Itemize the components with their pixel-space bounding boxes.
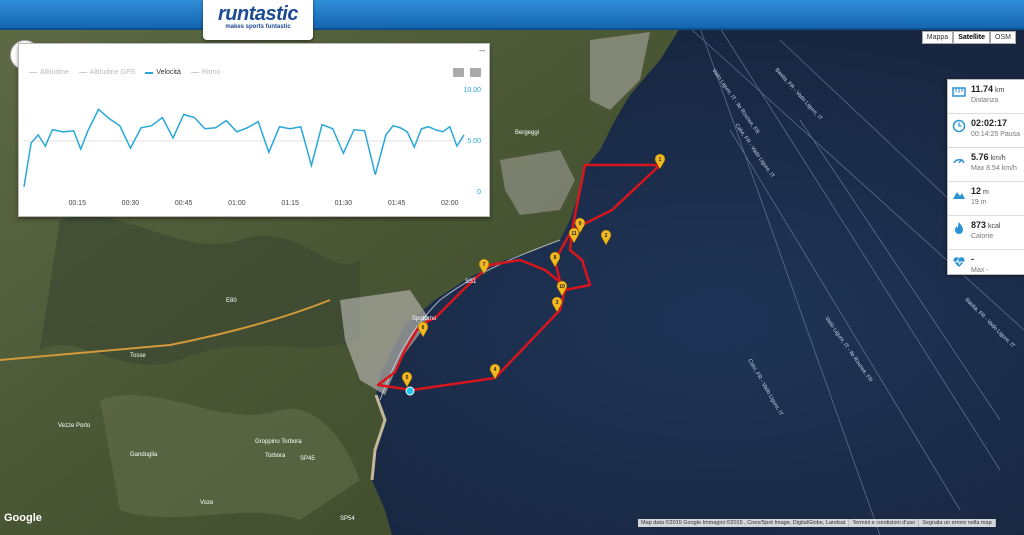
legend-velocita[interactable]: Velocità: [145, 69, 181, 76]
marker-label: 4: [494, 367, 497, 373]
place-label: SS1: [465, 279, 477, 285]
legend-label: Ritmo: [201, 69, 221, 76]
brand-name: runtastic: [218, 3, 298, 25]
report-error-link[interactable]: Segnala un errore nella map: [919, 519, 996, 527]
x-tick-label: 00:45: [175, 200, 193, 207]
marker-label: 10: [559, 284, 565, 290]
stats-panel: 11.74 km Distanza 02:02:17 00:14:25 Pausa…: [947, 79, 1024, 275]
stat-speed: 5.76 km/h Max 8.54 km/h: [948, 148, 1024, 182]
stat-calories: 873 kcal Calorie: [948, 216, 1024, 250]
stat-duration: 02:02:17 00:14:25 Pausa: [948, 114, 1024, 148]
x-tick-label: 01:15: [281, 200, 299, 207]
map-type-selector: Mappa Satellite OSM: [921, 31, 1016, 44]
runtastic-logo[interactable]: runtastic makes sports funtastic: [203, 0, 313, 40]
stat-value: 12 m: [971, 186, 989, 196]
stat-label: 00:14:25 Pausa: [971, 131, 1021, 138]
x-tick-label: 01:00: [228, 200, 246, 207]
stat-distance: 11.74 km Distanza: [948, 80, 1024, 114]
series-velocita-line: [23, 108, 465, 188]
stat-elevation: 12 m 19 m: [948, 182, 1024, 216]
place-label: Voze: [200, 500, 214, 506]
legend-ritmo[interactable]: Ritmo: [190, 69, 221, 76]
place-label: Vezze Porto: [58, 423, 91, 429]
download-icon[interactable]: [470, 68, 481, 77]
terms-link[interactable]: Termini e condizioni d'uso: [849, 519, 920, 527]
place-label: Spotorno: [412, 316, 437, 322]
x-tick-label: 01:30: [335, 200, 353, 207]
y-tick-label: 0: [477, 189, 481, 196]
place-label: Tosse: [130, 353, 146, 359]
marker-label: 11: [571, 231, 577, 237]
place-label: Torbora: [265, 453, 286, 459]
print-icon[interactable]: [453, 68, 464, 77]
x-tick-label: 01:45: [388, 200, 406, 207]
legend-altitudine[interactable]: Altitudine: [29, 69, 69, 76]
place-label: Ganduglia: [130, 452, 158, 458]
stat-label: 19 m: [971, 199, 987, 206]
calorie-icon: [955, 222, 963, 234]
place-label: E80: [226, 298, 237, 304]
map-footer: Map data ©2015 Google Immagini ©2015 , C…: [638, 519, 996, 527]
x-tick-label: 00:30: [122, 200, 140, 207]
legend-label: Altitudine GPS: [89, 69, 136, 76]
speed-chart: 10.00 5.00 0 00:15 00:30 00:45 01:00 01:15 01:30…: [23, 87, 481, 207]
y-tick-label: 10.00: [463, 87, 481, 94]
stat-value: 02:02:17: [971, 118, 1008, 128]
map-type-mappa[interactable]: Mappa: [921, 31, 954, 44]
legend-label: Altitudine: [40, 69, 69, 76]
stat-label: Max 8.54 km/h: [971, 165, 1017, 172]
place-label: Bergeggi: [515, 130, 539, 136]
marker-label: 3: [556, 300, 559, 306]
stat-value: 5.76 km/h: [971, 152, 1006, 162]
marker-label: 7: [483, 262, 486, 268]
clock-icon: [952, 119, 966, 133]
minimize-icon[interactable]: _: [479, 41, 485, 52]
marker-label: 8: [554, 255, 557, 261]
marker-label: 6: [422, 325, 425, 331]
legend-altitudine-gps[interactable]: Altitudine GPS: [78, 69, 136, 76]
stat-heart-rate: - Max -: [948, 250, 1024, 283]
place-label: SP54: [340, 516, 355, 522]
place-label: SP45: [300, 456, 315, 462]
marker-label: 9: [579, 221, 582, 227]
map-type-osm[interactable]: OSM: [990, 31, 1016, 44]
stat-value: 11.74 km: [971, 84, 1005, 94]
legend-label: Velocità: [156, 69, 181, 76]
map-attribution: Map data ©2015 Google Immagini ©2015 , C…: [638, 519, 850, 527]
speed-chart-panel: _ Altitudine Altitudine GPS Velocità Rit…: [18, 41, 490, 217]
x-tick-label: 02:00: [441, 200, 459, 207]
y-tick-label: 5.00: [467, 138, 481, 145]
google-logo: Google: [4, 512, 42, 524]
stat-value: 873 kcal: [971, 220, 1001, 230]
x-tick-label: 00:15: [68, 200, 86, 207]
stat-value: -: [971, 254, 974, 264]
distance-icon: [952, 87, 966, 97]
start-point[interactable]: [405, 386, 415, 396]
marker-label: 1: [659, 157, 662, 163]
stat-label: Max -: [971, 267, 989, 274]
chart-tools: [453, 68, 481, 77]
chart-legend: Altitudine Altitudine GPS Velocità Ritmo: [29, 69, 230, 76]
top-bar: [0, 0, 1024, 30]
marker-label: 5: [406, 375, 409, 381]
marker-label: 2: [605, 233, 608, 239]
stat-label: Distanza: [971, 97, 999, 104]
map-type-satellite[interactable]: Satellite: [953, 31, 991, 44]
heart-rate-icon: [953, 257, 965, 267]
speed-icon: [953, 158, 965, 164]
elevation-icon: [953, 192, 965, 199]
place-label: Groppino Torbora: [255, 439, 302, 445]
stat-label: Calorie: [971, 233, 994, 240]
